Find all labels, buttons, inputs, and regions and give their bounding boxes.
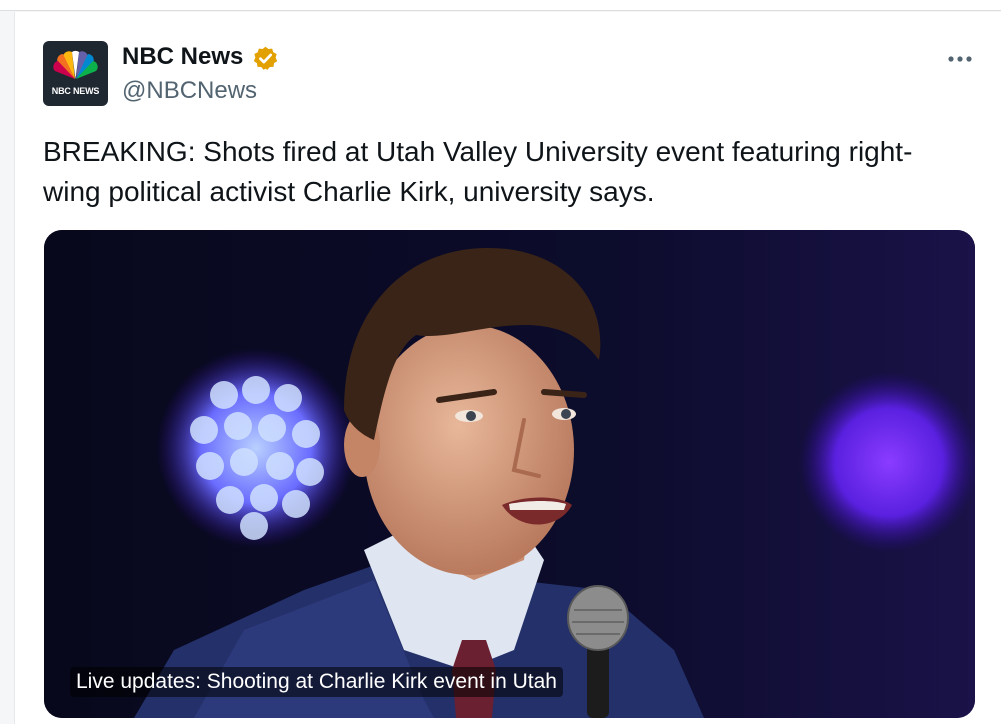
- avatar[interactable]: NBC NEWS: [43, 41, 108, 106]
- tweet-card[interactable]: NBC NEWS NBC News @NBCNews BREAKING: Sho…: [14, 12, 1001, 724]
- more-horizontal-icon[interactable]: [947, 54, 973, 64]
- verified-badge-icon[interactable]: [252, 45, 279, 72]
- handle[interactable]: @NBCNews: [122, 77, 257, 105]
- news-photo: [44, 230, 975, 718]
- display-name[interactable]: NBC News: [122, 43, 243, 71]
- nbc-peacock-icon: [53, 50, 98, 79]
- tweet-text: BREAKING: Shots fired at Utah Valley Uni…: [43, 136, 913, 207]
- media-caption: Live updates: Shooting at Charlie Kirk e…: [70, 667, 563, 697]
- media-card[interactable]: Live updates: Shooting at Charlie Kirk e…: [44, 230, 975, 718]
- top-bar: [0, 0, 1001, 11]
- avatar-logo-text: NBC NEWS: [51, 86, 100, 96]
